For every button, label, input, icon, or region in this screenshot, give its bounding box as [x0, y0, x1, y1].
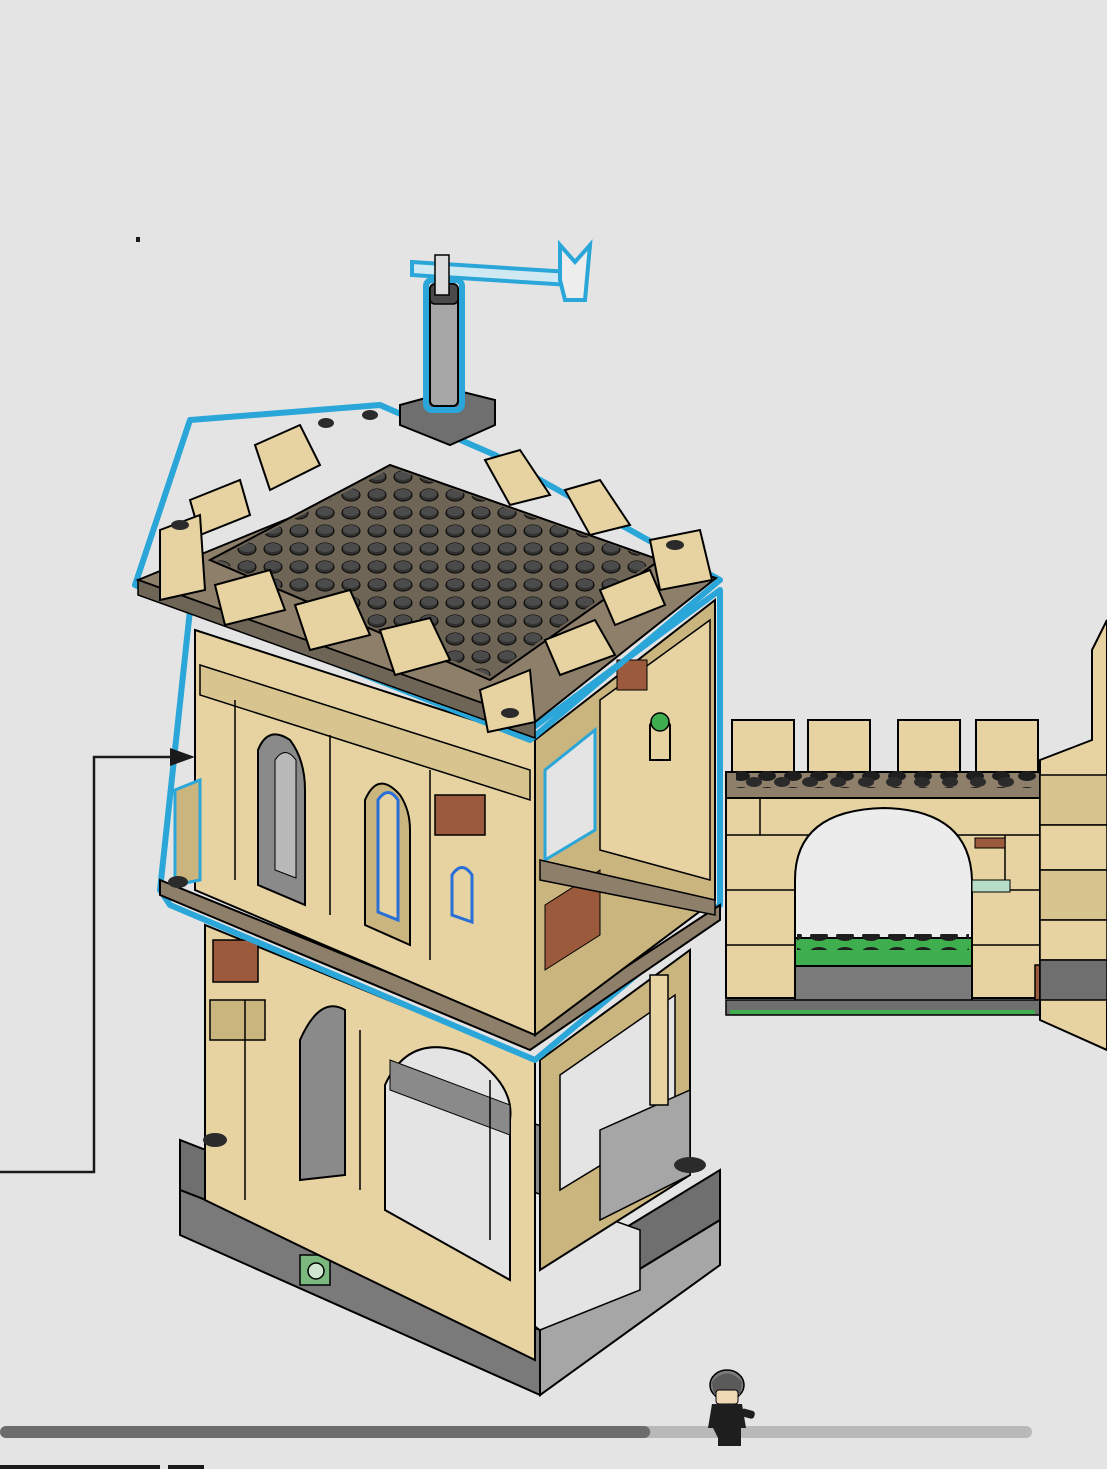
- step-marker-dot: [136, 237, 140, 242]
- build-step-canvas: [0, 239, 1107, 1469]
- antenna-pole: [410, 239, 593, 413]
- progress-bar: [0, 1426, 1032, 1438]
- castle-wall-section: [725, 719, 1058, 1016]
- page-footer-mark: [0, 1465, 160, 1469]
- progress-fill: [0, 1426, 651, 1438]
- page-footer-mark-short: [168, 1465, 204, 1469]
- right-tower-fragment: [1039, 619, 1107, 1052]
